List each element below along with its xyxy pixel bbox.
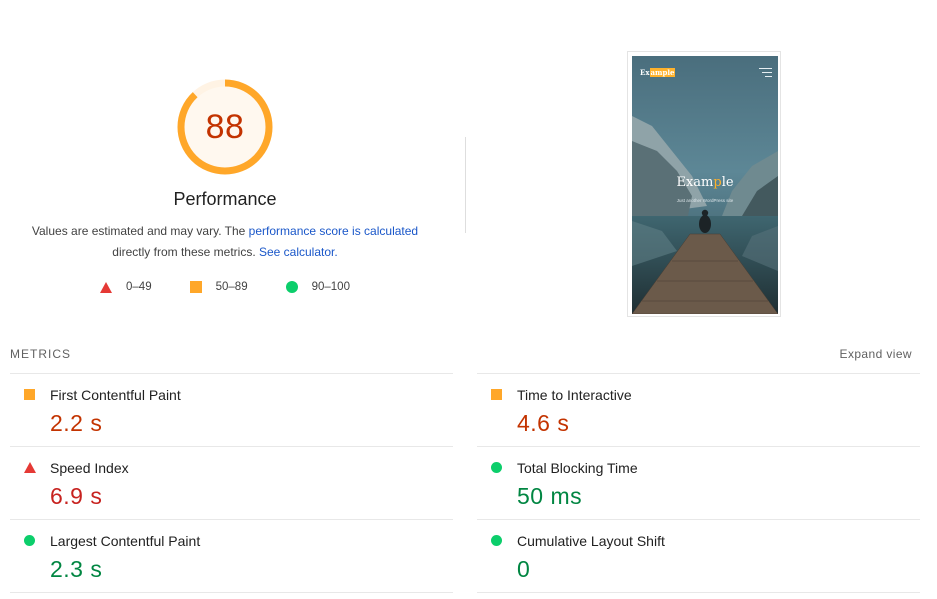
metric-value: 6.9 s [50, 483, 103, 509]
metric-value: 0 [517, 556, 531, 582]
metrics-column-right: Time to Interactive 4.6 s Total Blocking… [477, 373, 920, 593]
metric-time-to-interactive: Time to Interactive 4.6 s [477, 373, 920, 446]
expand-view-button[interactable]: Expand view [840, 347, 912, 361]
performance-score-gauge: 88 [175, 77, 275, 177]
metric-value: 50 ms [517, 483, 583, 509]
thumb-headline: Example [676, 175, 734, 190]
metric-total-blocking-time: Total Blocking Time 50 ms [477, 446, 920, 519]
metric-label: Total Blocking Time [517, 460, 638, 476]
metrics-column-left: First Contentful Paint 2.2 s Speed Index… [10, 373, 453, 593]
metric-label: Speed Index [50, 460, 129, 476]
metric-largest-contentful-paint: Largest Contentful Paint 2.3 s [10, 519, 453, 593]
metric-label: First Contentful Paint [50, 387, 181, 403]
orange-square-icon [189, 281, 202, 293]
hamburger-menu-icon [759, 68, 772, 80]
score-legend: 0–49 50–89 90–100 [0, 281, 450, 293]
final-screenshot-thumbnail[interactable]: Example Example Just another WordPress s… [627, 51, 781, 317]
metric-label: Largest Contentful Paint [50, 533, 201, 549]
red-triangle-icon [100, 281, 113, 293]
performance-description: Values are estimated and may vary. The p… [31, 224, 419, 259]
red-triangle-icon [24, 462, 36, 473]
green-circle-icon [285, 281, 298, 293]
metric-value: 2.2 s [50, 410, 103, 436]
metric-cumulative-layout-shift: Cumulative Layout Shift 0 [477, 519, 920, 593]
legend-average: 50–89 [189, 281, 248, 293]
orange-square-icon [491, 389, 502, 400]
legend-pass: 90–100 [285, 281, 350, 293]
metric-label: Cumulative Layout Shift [517, 533, 665, 549]
see-calculator-link[interactable]: See calculator. [259, 245, 338, 259]
thumb-site-logo: Example [640, 68, 676, 77]
metric-value: 2.3 s [50, 556, 103, 582]
score-calculated-link[interactable]: performance score is calculated [249, 224, 418, 238]
performance-title: Performance [173, 189, 277, 209]
metric-speed-index: Speed Index 6.9 s [10, 446, 453, 519]
green-circle-icon [491, 462, 502, 473]
green-circle-icon [491, 535, 502, 546]
orange-square-icon [24, 389, 35, 400]
legend-fail: 0–49 [100, 281, 152, 293]
performance-score-value: 88 [205, 107, 245, 146]
green-circle-icon [24, 535, 35, 546]
vertical-divider [465, 137, 466, 233]
screenshot-image: Example Example Just another WordPress s… [632, 56, 778, 314]
metric-value: 4.6 s [517, 410, 570, 436]
metric-label: Time to Interactive [517, 387, 632, 403]
metric-first-contentful-paint: First Contentful Paint 2.2 s [10, 373, 453, 446]
metrics-header: METRICS [10, 347, 71, 361]
thumb-tagline: Just another WordPress site [676, 198, 734, 203]
